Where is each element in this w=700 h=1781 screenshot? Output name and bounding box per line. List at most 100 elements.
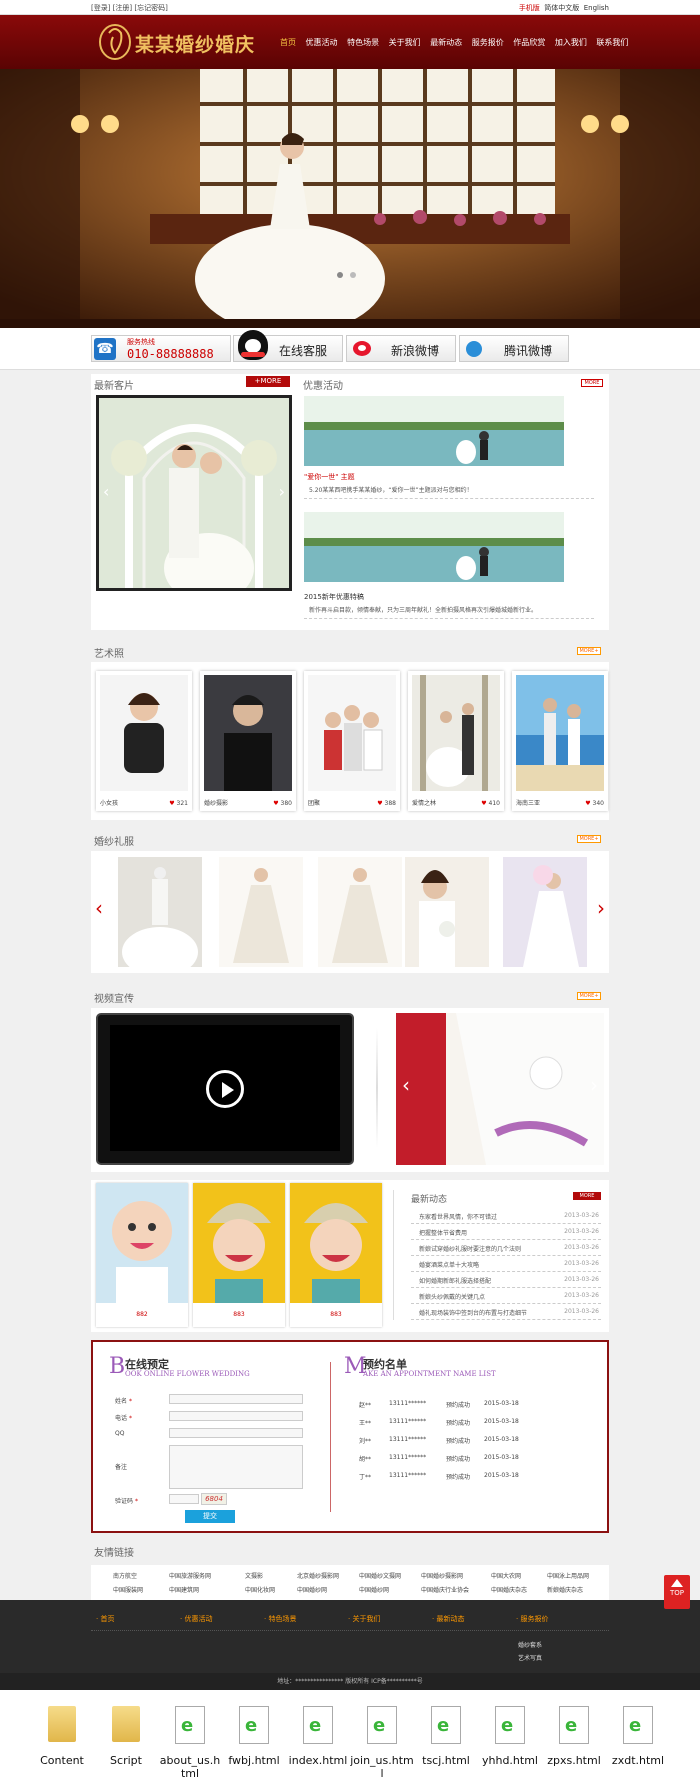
latest-client-photo[interactable]: ‹ › bbox=[96, 395, 292, 591]
dresses-more-button[interactable]: MORE+ bbox=[577, 835, 601, 843]
footer-link-scenes[interactable]: · 特色场景 bbox=[264, 1614, 296, 1624]
submit-button[interactable]: 提交 bbox=[185, 1510, 235, 1523]
file-item[interactable]: e about_us.html bbox=[158, 1706, 222, 1780]
lang-en-link[interactable]: English bbox=[584, 4, 609, 12]
promotions-more-button[interactable]: MORE bbox=[581, 379, 603, 387]
footer-link-about[interactable]: · 关于我们 bbox=[348, 1614, 380, 1624]
file-item[interactable]: e tscj.html bbox=[414, 1706, 478, 1767]
hero-banner[interactable] bbox=[0, 69, 700, 328]
account-links[interactable]: [登录] [注册] [忘记密码] bbox=[91, 3, 168, 13]
friend-link[interactable]: 中国婚庆杂志 bbox=[491, 1585, 527, 1594]
art-card-likes[interactable]: ♥ 380 bbox=[273, 800, 292, 807]
file-item[interactable]: Content bbox=[30, 1706, 94, 1767]
video-more-button[interactable]: MORE+ bbox=[577, 992, 601, 1000]
news-item[interactable]: 东家看世界风情，你不可错过 2013-03-26 bbox=[411, 1208, 601, 1224]
dress-item[interactable] bbox=[219, 857, 303, 967]
friend-link[interactable]: 中国旅游服务网 bbox=[169, 1571, 211, 1580]
friend-link[interactable]: 中国婚纱文摄网 bbox=[359, 1571, 401, 1580]
footer-sub-link[interactable]: 艺术写真 bbox=[518, 1653, 542, 1662]
footer-link-home[interactable]: · 首页 bbox=[96, 1614, 114, 1624]
friend-link[interactable]: 北京婚纱摄影网 bbox=[297, 1571, 339, 1580]
friend-link[interactable]: 中国服装网 bbox=[113, 1585, 143, 1594]
news-item[interactable]: 婚宴酒菜点单十大攻略 2013-03-26 bbox=[411, 1256, 601, 1272]
friend-link[interactable]: 中国大农网 bbox=[491, 1571, 521, 1580]
dress-item[interactable] bbox=[503, 857, 587, 967]
friend-link[interactable]: 中国婚纱网 bbox=[297, 1585, 327, 1594]
latest-clients-more-button[interactable]: +MORE bbox=[246, 376, 290, 387]
nav-item-news[interactable]: 最新动态 bbox=[430, 37, 462, 48]
prev-arrow-icon[interactable]: ‹ bbox=[402, 1073, 410, 1097]
file-item[interactable]: e fwbj.html bbox=[222, 1706, 286, 1767]
dress-item[interactable] bbox=[118, 857, 202, 967]
footer-link-pricing[interactable]: · 服务报价 bbox=[516, 1614, 548, 1624]
art-card[interactable]: 小女孩 ♥ 321 bbox=[96, 671, 192, 811]
mobile-link[interactable]: 手机版 bbox=[519, 4, 540, 12]
video-slider[interactable]: ‹ › bbox=[396, 1013, 604, 1165]
dress-item[interactable] bbox=[405, 857, 489, 967]
art-card[interactable]: 团聚 ♥ 388 bbox=[304, 671, 400, 811]
footer-sub-link[interactable]: 婚纱套系 bbox=[518, 1640, 542, 1649]
dress-item[interactable] bbox=[318, 857, 402, 967]
promo-image-2[interactable] bbox=[304, 512, 564, 582]
left-arrow-icon[interactable]: ‹ bbox=[95, 896, 103, 920]
next-arrow-icon[interactable]: › bbox=[590, 1073, 598, 1097]
back-to-top-button[interactable]: TOP bbox=[664, 1575, 690, 1609]
art-card-likes[interactable]: ♥ 410 bbox=[481, 800, 500, 807]
news-item[interactable]: 把握整体节省费用 2013-03-26 bbox=[411, 1224, 601, 1240]
art-card[interactable]: 海南三亚 ♥ 340 bbox=[512, 671, 608, 811]
play-icon[interactable] bbox=[206, 1070, 244, 1108]
friend-link[interactable]: 南方航空 bbox=[113, 1571, 137, 1580]
nav-item-pricing[interactable]: 服务报价 bbox=[472, 37, 504, 48]
right-arrow-icon[interactable]: › bbox=[597, 896, 605, 920]
file-item[interactable]: e yhhd.html bbox=[478, 1706, 542, 1767]
captcha-image[interactable]: 6804 bbox=[201, 1493, 227, 1505]
file-item[interactable]: e zpxs.html bbox=[542, 1706, 606, 1767]
nav-item-scenes[interactable]: 特色场景 bbox=[347, 37, 379, 48]
nav-item-promotions[interactable]: 优惠活动 bbox=[306, 37, 338, 48]
friend-link[interactable]: 新娘婚庆杂志 bbox=[547, 1585, 583, 1594]
art-card-likes[interactable]: ♥ 340 bbox=[585, 800, 604, 807]
name-field[interactable] bbox=[169, 1394, 303, 1404]
art-photos-more-button[interactable]: MORE+ bbox=[577, 647, 601, 655]
footer-link-promotions[interactable]: · 优惠活动 bbox=[180, 1614, 212, 1624]
tencent-weibo-button[interactable]: 腾讯微博 bbox=[459, 335, 569, 362]
captcha-field[interactable] bbox=[169, 1494, 199, 1504]
promo-1-title[interactable]: "爱你一世" 主题 bbox=[304, 472, 355, 482]
news-more-button[interactable]: MORE bbox=[573, 1192, 601, 1200]
news-item[interactable]: 新娘试穿婚纱礼服时要注意的几个法则 2013-03-26 bbox=[411, 1240, 601, 1256]
lang-cn-link[interactable]: 简体中文版 bbox=[544, 4, 579, 12]
hotline-box[interactable]: ☎ 服务热线 010-88888888 bbox=[91, 335, 231, 362]
baby-card[interactable]: 883 bbox=[290, 1183, 382, 1327]
file-item[interactable]: Script bbox=[94, 1706, 158, 1767]
friend-link[interactable]: 文摄影 bbox=[245, 1571, 263, 1580]
qq-field[interactable] bbox=[169, 1428, 303, 1438]
art-card[interactable]: 婚纱摄影 ♥ 380 bbox=[200, 671, 296, 811]
friend-link[interactable]: 中国泳上用品网 bbox=[547, 1571, 589, 1580]
note-textarea[interactable] bbox=[169, 1445, 303, 1489]
friend-link[interactable]: 中国建筑网 bbox=[169, 1585, 199, 1594]
news-item[interactable]: 如何婚期新郎礼服选择搭配 2013-03-26 bbox=[411, 1272, 601, 1288]
nav-item-works[interactable]: 作品欣赏 bbox=[513, 37, 545, 48]
news-item[interactable]: 婚礼现场装饰中签到台的布置与打造细节 2013-03-26 bbox=[411, 1304, 601, 1320]
file-item[interactable]: e zxdt.html bbox=[606, 1706, 670, 1767]
nav-item-about[interactable]: 关于我们 bbox=[389, 37, 421, 48]
baby-card[interactable]: 882 bbox=[96, 1183, 188, 1327]
next-arrow-icon[interactable]: › bbox=[279, 482, 285, 501]
file-item[interactable]: e join_us.html bbox=[350, 1706, 414, 1780]
friend-link[interactable]: 中国婚纱网 bbox=[359, 1585, 389, 1594]
nav-item-home[interactable]: 首页 bbox=[280, 37, 296, 48]
art-card[interactable]: 爱情之林 ♥ 410 bbox=[408, 671, 504, 811]
friend-link[interactable]: 中国婚纱摄影网 bbox=[421, 1571, 463, 1580]
art-card-likes[interactable]: ♥ 321 bbox=[169, 800, 188, 807]
phone-field[interactable] bbox=[169, 1411, 303, 1421]
file-item[interactable]: e index.html bbox=[286, 1706, 350, 1767]
promo-image-1[interactable] bbox=[304, 396, 564, 466]
logo[interactable]: 某某婚纱婚庆 bbox=[97, 21, 257, 61]
video-player[interactable] bbox=[96, 1013, 354, 1165]
nav-item-join[interactable]: 加入我们 bbox=[555, 37, 587, 48]
news-item[interactable]: 新娘头纱佩戴的关键几点 2013-03-26 bbox=[411, 1288, 601, 1304]
sina-weibo-button[interactable]: 新浪微博 bbox=[346, 335, 456, 362]
online-service-button[interactable]: 在线客服 bbox=[233, 330, 343, 362]
prev-arrow-icon[interactable]: ‹ bbox=[103, 482, 109, 501]
art-card-likes[interactable]: ♥ 388 bbox=[377, 800, 396, 807]
